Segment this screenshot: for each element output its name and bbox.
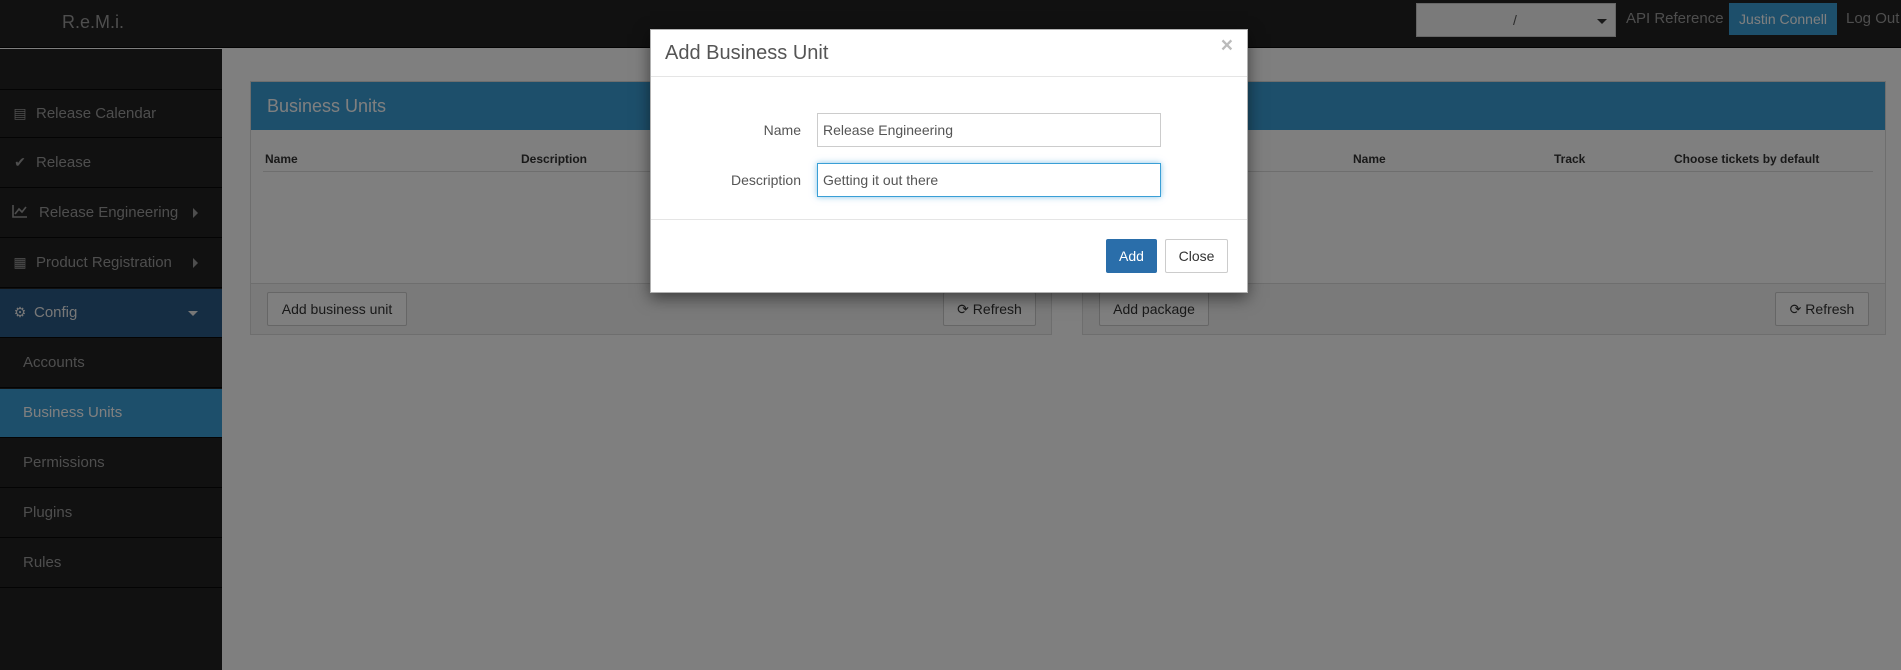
add-button[interactable]: Add <box>1106 239 1157 273</box>
modal-header-divider <box>651 76 1247 77</box>
add-business-unit-modal: Add Business Unit × Name Description Add… <box>650 29 1248 293</box>
name-field[interactable] <box>817 113 1161 147</box>
modal-footer-divider <box>651 219 1247 220</box>
description-field[interactable] <box>817 163 1161 197</box>
description-label: Description <box>730 172 801 188</box>
name-label: Name <box>763 122 801 138</box>
close-button[interactable]: Close <box>1165 239 1228 273</box>
close-icon[interactable]: × <box>1221 34 1233 58</box>
modal-title: Add Business Unit <box>665 42 829 64</box>
